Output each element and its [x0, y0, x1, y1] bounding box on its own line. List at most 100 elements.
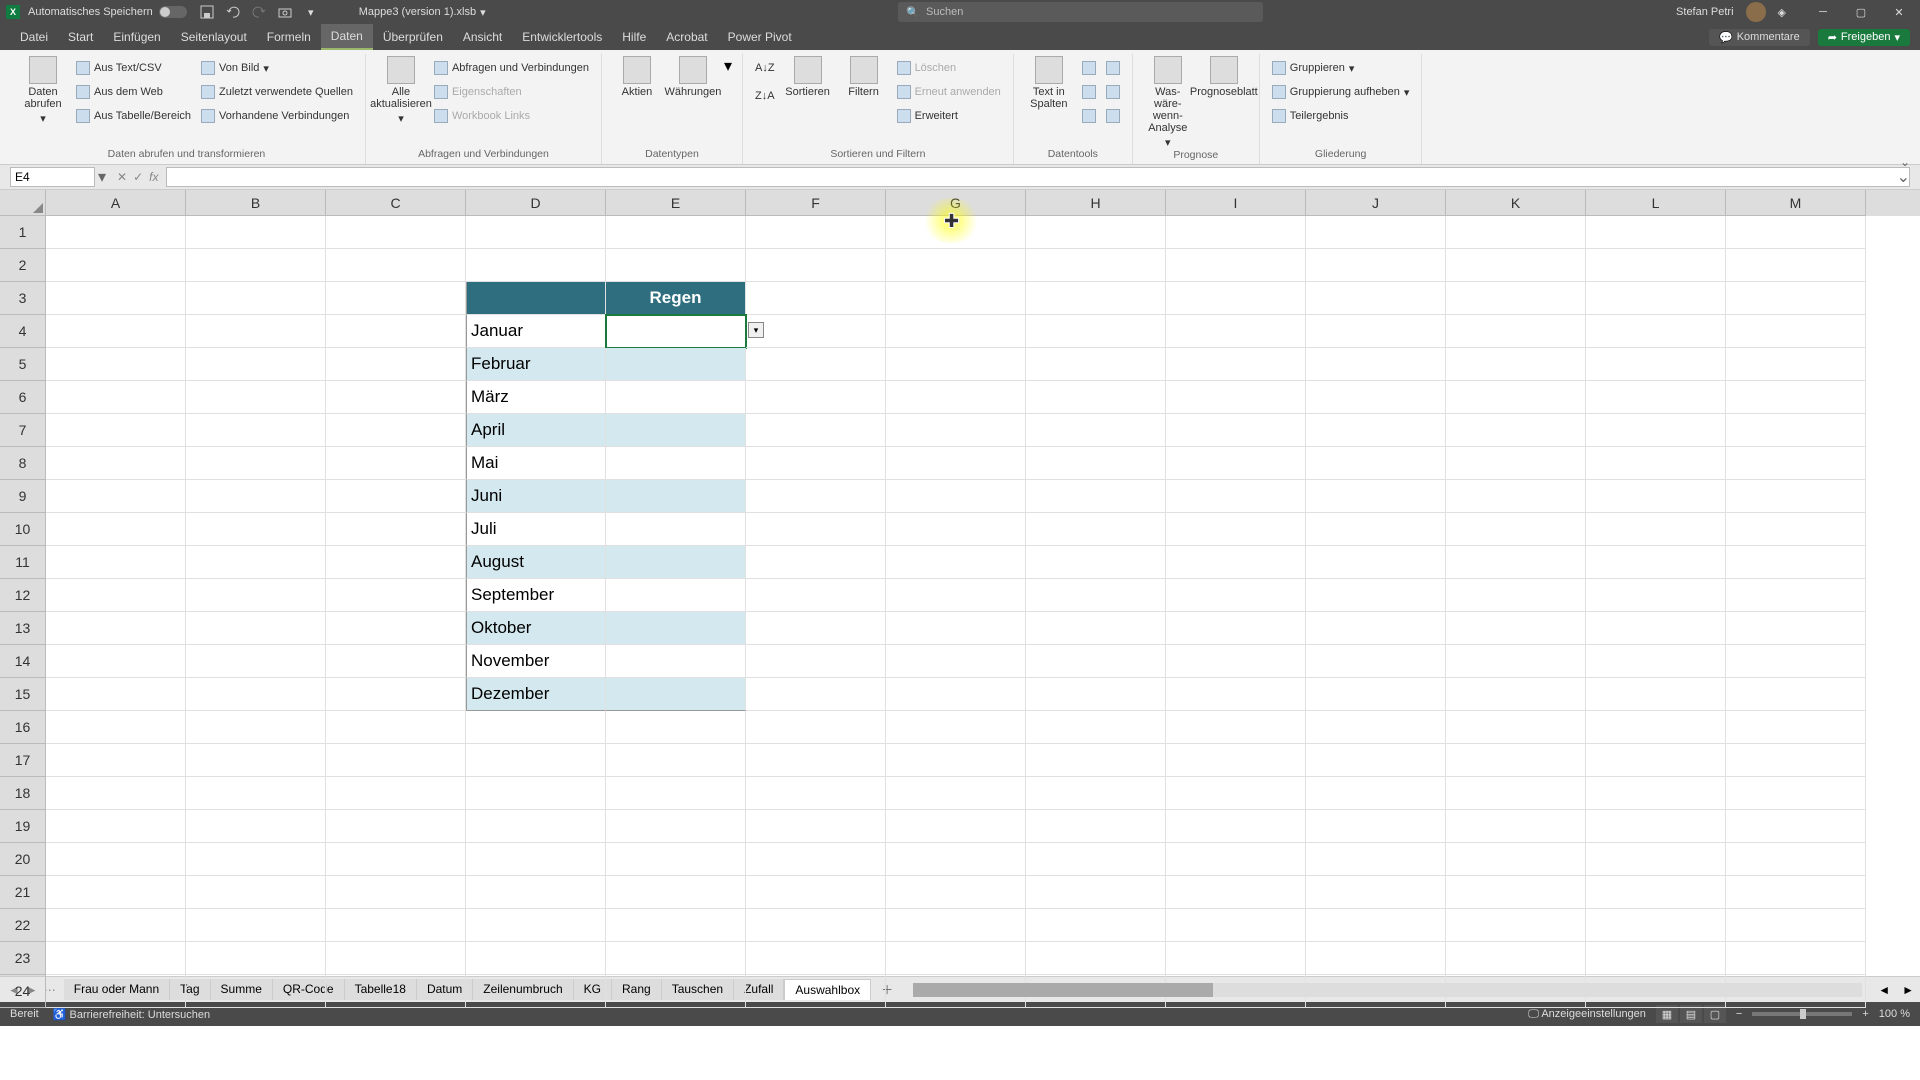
tab-powerpivot[interactable]: Power Pivot — [718, 24, 802, 50]
cell[interactable] — [1166, 810, 1306, 843]
user-name[interactable]: Stefan Petri — [1676, 6, 1733, 18]
cell[interactable] — [886, 315, 1026, 348]
cell[interactable] — [746, 777, 886, 810]
cell[interactable] — [326, 645, 466, 678]
cell[interactable] — [326, 909, 466, 942]
filter-button[interactable]: Filtern — [839, 56, 889, 98]
cell[interactable]: Regen — [606, 282, 746, 315]
cell[interactable] — [1446, 579, 1586, 612]
cell[interactable] — [186, 579, 326, 612]
cell[interactable]: Februar — [466, 348, 606, 381]
cell[interactable] — [186, 810, 326, 843]
cell[interactable] — [1306, 612, 1446, 645]
cell[interactable] — [46, 777, 186, 810]
cell[interactable] — [1026, 216, 1166, 249]
cell[interactable] — [1726, 810, 1866, 843]
cell[interactable] — [466, 777, 606, 810]
qat-dropdown-icon[interactable]: ▾ — [303, 4, 319, 20]
cell[interactable] — [326, 381, 466, 414]
row-header[interactable]: 21 — [0, 876, 46, 909]
cell[interactable] — [466, 711, 606, 744]
cell[interactable] — [1166, 909, 1306, 942]
col-header[interactable]: F — [746, 190, 886, 216]
avatar[interactable] — [1746, 2, 1766, 22]
close-button[interactable]: ✕ — [1884, 2, 1914, 22]
formula-input[interactable] — [166, 167, 1910, 187]
from-image-button[interactable]: Von Bild▾ — [199, 56, 355, 80]
cell[interactable] — [186, 381, 326, 414]
cell[interactable] — [1726, 546, 1866, 579]
cell[interactable] — [1026, 348, 1166, 381]
cell[interactable] — [46, 249, 186, 282]
horizontal-scrollbar[interactable] — [913, 983, 1862, 997]
cell[interactable] — [1446, 843, 1586, 876]
data-validation-dropdown-icon[interactable]: ▾ — [748, 322, 764, 338]
what-if-button[interactable]: Was-wäre-wenn-Analyse▾ — [1143, 56, 1193, 149]
cell[interactable] — [46, 579, 186, 612]
cell[interactable] — [1306, 546, 1446, 579]
cell[interactable] — [1306, 447, 1446, 480]
cell[interactable] — [886, 480, 1026, 513]
cell[interactable] — [1726, 645, 1866, 678]
cell[interactable] — [1166, 546, 1306, 579]
cell[interactable] — [746, 645, 886, 678]
cell[interactable] — [1306, 513, 1446, 546]
cell[interactable] — [606, 480, 746, 513]
col-header[interactable]: J — [1306, 190, 1446, 216]
cell[interactable] — [746, 480, 886, 513]
cell[interactable] — [1446, 414, 1586, 447]
cell[interactable] — [186, 249, 326, 282]
cell[interactable] — [326, 414, 466, 447]
cell[interactable] — [1726, 348, 1866, 381]
cell[interactable] — [466, 282, 606, 315]
cell[interactable] — [886, 249, 1026, 282]
cell[interactable] — [746, 810, 886, 843]
cell[interactable] — [746, 975, 886, 1008]
cell[interactable] — [1586, 711, 1726, 744]
advanced-filter-button[interactable]: Erweitert — [895, 104, 1003, 128]
cell[interactable] — [886, 876, 1026, 909]
row-header[interactable]: 2 — [0, 249, 46, 282]
cell[interactable] — [326, 810, 466, 843]
diamond-icon[interactable]: ◈ — [1778, 6, 1786, 19]
cell[interactable] — [1726, 876, 1866, 909]
cell[interactable] — [1166, 381, 1306, 414]
cell[interactable] — [1026, 447, 1166, 480]
cell[interactable] — [186, 645, 326, 678]
from-web-button[interactable]: Aus dem Web — [74, 80, 193, 104]
cell[interactable] — [1306, 843, 1446, 876]
tab-entwicklertools[interactable]: Entwicklertools — [512, 24, 612, 50]
cell[interactable] — [466, 216, 606, 249]
cell[interactable] — [886, 447, 1026, 480]
cell[interactable] — [1306, 282, 1446, 315]
row-header[interactable]: 16 — [0, 711, 46, 744]
cell[interactable] — [606, 942, 746, 975]
col-header[interactable]: M — [1726, 190, 1866, 216]
cell[interactable] — [1026, 942, 1166, 975]
cell[interactable] — [186, 546, 326, 579]
maximize-button[interactable]: ▢ — [1846, 2, 1876, 22]
row-header[interactable]: 11 — [0, 546, 46, 579]
cell[interactable] — [886, 513, 1026, 546]
cell[interactable] — [46, 810, 186, 843]
cell[interactable] — [1306, 645, 1446, 678]
cell[interactable] — [466, 876, 606, 909]
cell[interactable] — [186, 315, 326, 348]
row-header[interactable]: 18 — [0, 777, 46, 810]
cell[interactable] — [606, 612, 746, 645]
cell[interactable] — [46, 480, 186, 513]
existing-connections-button[interactable]: Vorhandene Verbindungen — [199, 104, 355, 128]
cell[interactable] — [1306, 942, 1446, 975]
datatypes-more-icon[interactable]: ▾ — [724, 56, 732, 76]
cell[interactable] — [46, 315, 186, 348]
sort-button[interactable]: Sortieren — [783, 56, 833, 98]
cell[interactable] — [1166, 282, 1306, 315]
cell[interactable] — [186, 282, 326, 315]
row-header[interactable]: 10 — [0, 513, 46, 546]
cell[interactable]: Oktober — [466, 612, 606, 645]
cell[interactable] — [1586, 777, 1726, 810]
cell[interactable] — [326, 876, 466, 909]
row-header[interactable]: 24 — [0, 975, 46, 1008]
cell[interactable] — [1026, 711, 1166, 744]
cell[interactable] — [1586, 843, 1726, 876]
